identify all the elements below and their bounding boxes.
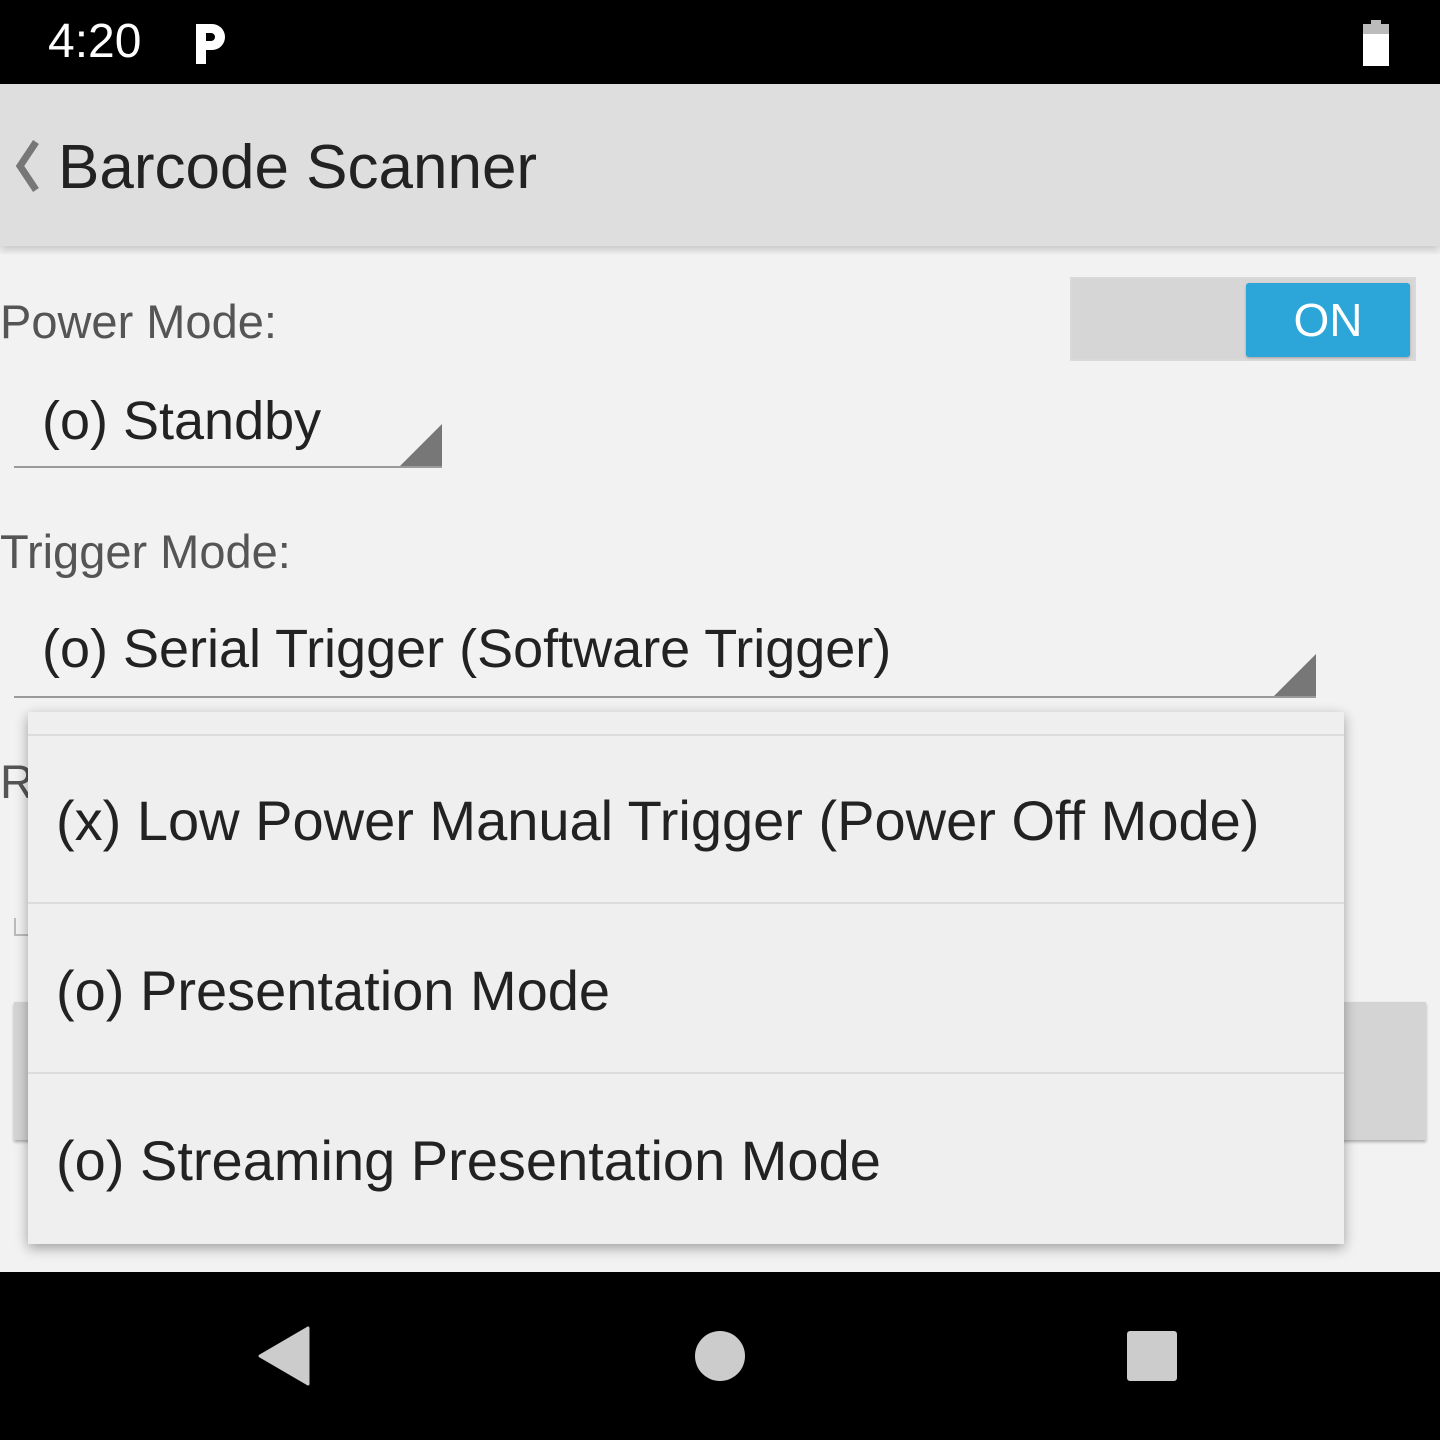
dropdown-option-label: (x) Low Power Manual Trigger (Power Off …: [56, 789, 1260, 852]
status-bar: 4:20: [0, 0, 1440, 84]
dropdown-option-low-power[interactable]: (x) Low Power Manual Trigger (Power Off …: [28, 736, 1344, 904]
dropdown-option-streaming[interactable]: (o) Streaming Presentation Mode: [28, 1076, 1344, 1244]
trigger-mode-value: (o) Serial Trigger (Software Trigger): [42, 619, 892, 679]
dropdown-option-label: (o) Presentation Mode: [56, 959, 611, 1022]
partially-hidden-button: [1330, 1002, 1426, 1140]
dropdown-arrow-icon: [400, 424, 442, 466]
power-toggle-knob[interactable]: ON: [1246, 283, 1410, 357]
power-toggle[interactable]: ON: [1070, 277, 1416, 361]
parking-icon: [196, 24, 225, 64]
power-mode-spinner[interactable]: (o) Standby: [14, 386, 442, 468]
status-time: 4:20: [48, 15, 142, 68]
dropdown-option-label: (o) Streaming Presentation Mode: [56, 1129, 881, 1192]
nav-back-icon[interactable]: [258, 1326, 310, 1386]
page-title: Barcode Scanner: [58, 133, 538, 202]
dropdown-option-presentation[interactable]: (o) Presentation Mode: [28, 906, 1344, 1074]
power-mode-label: Power Mode:: [0, 295, 277, 348]
dropdown-arrow-icon: [1274, 654, 1316, 696]
battery-icon: [1363, 20, 1389, 66]
app-bar: Barcode Scanner: [0, 84, 1440, 246]
power-mode-value: (o) Standby: [42, 391, 322, 451]
nav-recents-icon[interactable]: [1126, 1330, 1178, 1382]
partially-hidden-checkbox: [14, 918, 28, 936]
navigation-bar: [0, 1272, 1440, 1440]
trigger-mode-label: Trigger Mode:: [0, 525, 291, 578]
back-chevron-icon[interactable]: [8, 136, 44, 196]
trigger-mode-dropdown: (x) Low Power Manual Trigger (Power Off …: [28, 712, 1344, 1244]
trigger-mode-spinner[interactable]: (o) Serial Trigger (Software Trigger): [14, 614, 1316, 698]
nav-home-icon[interactable]: [694, 1330, 746, 1382]
